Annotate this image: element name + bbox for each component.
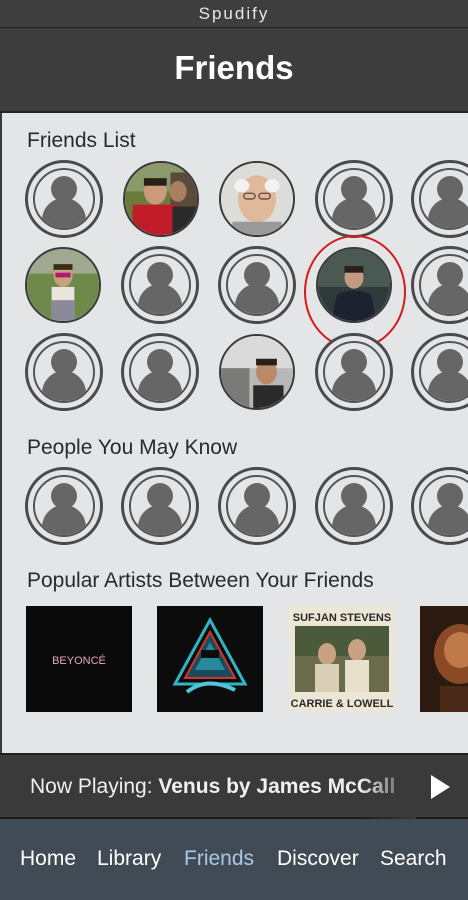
suggested-person-avatar[interactable] — [218, 467, 296, 545]
person-icon — [419, 254, 468, 316]
page-title: Friends — [174, 49, 294, 86]
friend-avatar-photo[interactable] — [219, 334, 295, 410]
album-art: BEYONCÉ — [26, 606, 132, 712]
album-art — [420, 606, 468, 712]
suggested-person-avatar[interactable] — [121, 467, 199, 545]
page-header: Friends — [0, 27, 468, 113]
now-playing-text: Now Playing: Venus by James McCall — [30, 755, 410, 819]
friend-avatar-placeholder[interactable] — [315, 333, 393, 411]
person-icon — [419, 475, 468, 537]
suggested-person-avatar[interactable] — [25, 467, 103, 545]
album-artist-label: SUFJAN STEVENS — [293, 612, 391, 624]
now-playing-prefix: Now Playing: — [30, 775, 159, 798]
album-art — [157, 606, 263, 712]
album-label: BEYONCÉ — [52, 654, 106, 667]
friend-avatar-placeholder[interactable] — [121, 246, 199, 324]
now-playing-fade — [360, 755, 416, 819]
now-playing-bar[interactable]: Now Playing: Venus by James McCall — [0, 753, 468, 819]
tab-discover[interactable]: Discover — [277, 819, 359, 899]
friends-content[interactable]: Friends List People You May Know Popular… — [0, 113, 468, 753]
person-icon — [323, 168, 385, 230]
person-icon — [419, 341, 468, 403]
album-cover-carrie-lowell[interactable]: SUFJAN STEVENS CARRIE & LOWELL — [289, 606, 395, 712]
tab-search[interactable]: Search — [380, 819, 447, 899]
friend-avatar-photo[interactable] — [25, 247, 101, 323]
person-icon — [129, 341, 191, 403]
person-icon — [129, 475, 191, 537]
friend-avatar-placeholder[interactable] — [25, 160, 103, 238]
suggested-person-avatar[interactable] — [315, 467, 393, 545]
friends-list-title: Friends List — [27, 129, 136, 152]
friend-avatar-photo[interactable] — [219, 161, 295, 237]
friend-avatar-placeholder[interactable] — [411, 160, 468, 238]
album-title-label: CARRIE & LOWELL — [291, 698, 394, 710]
people-you-may-know-title: People You May Know — [27, 436, 238, 459]
friend-avatar-placeholder[interactable] — [121, 333, 199, 411]
album-cover-fourth[interactable] — [420, 606, 468, 712]
album-art: SUFJAN STEVENS CARRIE & LOWELL — [289, 606, 395, 712]
tab-library[interactable]: Library — [97, 819, 161, 899]
selection-highlight-ring — [304, 235, 406, 349]
person-icon — [226, 475, 288, 537]
friend-avatar-placeholder[interactable] — [411, 333, 468, 411]
app-name: Spudify — [198, 4, 270, 23]
friend-avatar-placeholder[interactable] — [25, 333, 103, 411]
person-icon — [33, 341, 95, 403]
friend-photo-3 — [27, 249, 99, 321]
friend-photo-1 — [125, 163, 197, 235]
person-icon — [226, 254, 288, 316]
album-cover-beyonce[interactable]: BEYONCÉ — [26, 606, 132, 712]
friend-avatar-photo[interactable] — [123, 161, 199, 237]
tab-home[interactable]: Home — [20, 819, 76, 899]
person-icon — [33, 168, 95, 230]
friend-photo-2 — [221, 163, 293, 235]
suggested-person-avatar[interactable] — [411, 467, 468, 545]
tab-friends[interactable]: Friends — [184, 819, 254, 899]
person-icon — [129, 254, 191, 316]
friend-photo-5 — [221, 336, 293, 408]
friend-avatar-placeholder[interactable] — [218, 246, 296, 324]
popular-artists-title: Popular Artists Between Your Friends — [27, 569, 374, 592]
status-bar: Spudify — [0, 0, 468, 27]
person-icon — [33, 475, 95, 537]
person-icon — [419, 168, 468, 230]
album-cover-daft-punk[interactable] — [157, 606, 263, 712]
play-icon[interactable] — [431, 775, 450, 799]
bottom-tab-bar: Home Library Friends Discover Search — [0, 819, 468, 900]
friend-avatar-placeholder[interactable] — [315, 160, 393, 238]
person-icon — [323, 475, 385, 537]
person-icon — [323, 341, 385, 403]
friend-avatar-placeholder[interactable] — [411, 246, 468, 324]
